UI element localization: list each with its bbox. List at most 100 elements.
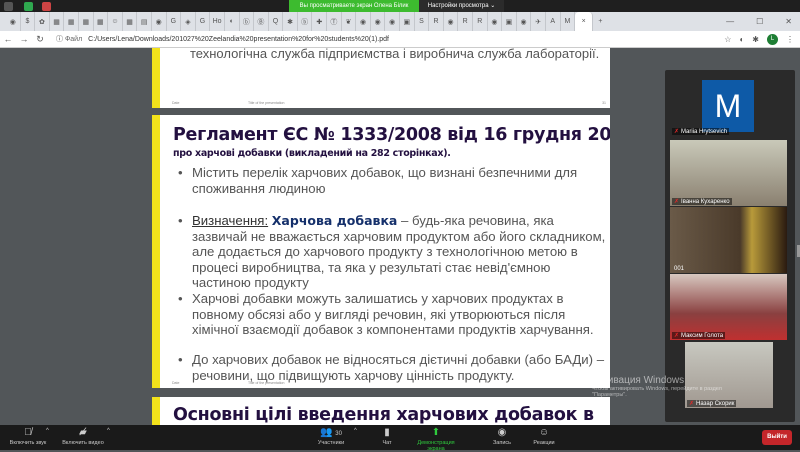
browser-tab[interactable]: ◉ xyxy=(152,12,167,31)
share-screen-button[interactable]: ⬆ Демонстрация экрана xyxy=(408,427,464,452)
browser-tab[interactable]: ◐ xyxy=(225,12,240,31)
video-tile[interactable]: 001 xyxy=(670,207,787,273)
slide-body-text: технологічна служба підприємства і вироб… xyxy=(190,48,600,61)
browser-tab[interactable]: $ xyxy=(21,12,36,31)
browser-tab[interactable]: G xyxy=(167,12,182,31)
browser-tab[interactable]: ◉ xyxy=(517,12,532,31)
slide-previous: технологічна служба підприємства і вироб… xyxy=(152,48,610,108)
browser-tab[interactable]: ◉ xyxy=(371,12,386,31)
browser-tab[interactable]: Ⓑ xyxy=(254,12,269,31)
forward-icon[interactable]: → xyxy=(16,34,32,44)
participant-name: Іванна Кухаренко xyxy=(681,199,730,205)
browser-tab[interactable]: A xyxy=(546,12,561,31)
browser-tab[interactable]: ✈ xyxy=(531,12,546,31)
browser-tab[interactable]: R xyxy=(429,12,444,31)
video-tile[interactable]: ✗ Іванна Кухаренко xyxy=(670,140,787,206)
minimize-icon[interactable]: — xyxy=(726,12,734,31)
browser-tab[interactable]: ✱ xyxy=(283,12,298,31)
page-number: 31 xyxy=(602,101,606,105)
muted-mic-icon: ✗ xyxy=(689,401,695,407)
puzzle-icon[interactable]: ✱ xyxy=(752,35,759,44)
browser-tab[interactable]: ▤ xyxy=(137,12,152,31)
share-screen-label: Демонстрация экрана xyxy=(417,440,455,452)
participant-name: Максим Голота xyxy=(681,333,724,339)
participants-button[interactable]: 👥 30 Участники xyxy=(306,427,356,446)
profile-avatar[interactable]: L xyxy=(767,34,778,45)
new-tab-button[interactable]: + xyxy=(593,12,608,31)
zoom-top-bar: Вы просматриваете экран Олена Білик Наст… xyxy=(0,0,800,13)
video-off-icon: ▰̸ xyxy=(79,427,87,438)
browser-tab[interactable]: ◉ xyxy=(488,12,503,31)
browser-tab[interactable]: ✚ xyxy=(312,12,328,31)
participant-name: Mariia Hrytsevich xyxy=(681,129,728,135)
browser-tab[interactable]: ▦ xyxy=(94,12,109,31)
start-video-button[interactable]: ▰̸ Включить видео xyxy=(58,427,108,446)
menu-icon[interactable]: ⋮ xyxy=(786,35,794,44)
audio-options-caret[interactable]: ^ xyxy=(46,428,49,434)
muted-mic-icon: ✗ xyxy=(674,333,680,339)
browser-tab[interactable]: ◉ xyxy=(444,12,459,31)
browser-tab[interactable]: ▦ xyxy=(50,12,65,31)
watermark-line2: "Параметры". xyxy=(592,392,627,398)
browser-tab[interactable]: R xyxy=(473,12,488,31)
browser-tab[interactable]: G xyxy=(196,12,211,31)
browser-tab[interactable]: ◉ xyxy=(385,12,401,31)
leave-button[interactable]: Выйти xyxy=(762,430,792,445)
info-icon[interactable] xyxy=(4,2,13,11)
definition-label: Визначення: xyxy=(192,213,269,228)
back-icon[interactable]: ← xyxy=(0,34,16,44)
active-tab-close-icon[interactable]: × xyxy=(575,12,594,31)
reactions-button[interactable]: ☺ Реакции xyxy=(519,427,569,446)
footer-date: Date xyxy=(172,101,180,105)
close-icon[interactable]: ✕ xyxy=(785,12,792,31)
zoom-meeting-toolbar: 🎙̸ Включить звук ^ ▰̸ Включить видео ^ 👥 3… xyxy=(0,425,800,452)
video-tile[interactable]: ✗ Максим Голота xyxy=(670,274,787,340)
browser-tab[interactable]: ◉ xyxy=(356,12,371,31)
browser-tab[interactable]: M xyxy=(561,12,576,31)
url-field[interactable]: ⓘ Файл C:/Users/Lena/Downloads/201027%20Z… xyxy=(56,34,389,44)
slide-title: Регламент ЄС № 1333/2008 від 16 грудня 2… xyxy=(173,125,610,145)
browser-tab[interactable]: ⓑ xyxy=(240,12,255,31)
video-tile[interactable]: M ✗ Mariia Hrytsevich xyxy=(670,72,787,136)
bullet-3: Харчові добавки можуть залишатись у харч… xyxy=(178,291,608,338)
browser-tab[interactable]: ◉ xyxy=(6,12,21,31)
bullet-1: Містить перелік харчових добавок, що виз… xyxy=(178,165,608,196)
browser-tab[interactable]: S xyxy=(415,12,430,31)
browser-tab[interactable]: ⓑ xyxy=(298,12,313,31)
browser-tab[interactable]: ▣ xyxy=(400,12,415,31)
browser-tab[interactable]: Ⓣ xyxy=(327,12,342,31)
video-options-caret[interactable]: ^ xyxy=(107,428,110,434)
bookmark-star-icon[interactable]: ☆ xyxy=(724,35,731,44)
browser-tab[interactable]: ☺ xyxy=(108,12,123,31)
address-bar: ← → ↻ ⓘ Файл C:/Users/Lena/Downloads/2010… xyxy=(0,31,800,48)
info-icon: ⓘ xyxy=(56,36,65,43)
footer-title: Title of the presentation xyxy=(248,101,285,105)
browser-tab[interactable]: ◈ xyxy=(181,12,196,31)
browser-tab[interactable]: ▦ xyxy=(123,12,138,31)
browser-tab[interactable]: Q xyxy=(269,12,284,31)
participants-label: Участники xyxy=(317,440,345,446)
shield-icon[interactable] xyxy=(24,2,33,11)
reactions-icon: ☺ xyxy=(538,427,550,438)
participant-name: 001 xyxy=(674,266,685,272)
browser-tab-strip: ◉ $ ✿ ▦ ▦ ▦ ▦ ☺ ▦ ▤ ◉ G ◈ G Ho ◐ ⓑ Ⓑ Q ✱ ⓑ ✚ Ⓣ ❦ ◉ ◉ ◉ ▣ S R ◉ R R ◉ ▣ ◉ ✈ A M… xyxy=(0,12,800,31)
share-screen-icon: ⬆ xyxy=(431,427,441,438)
browser-tab[interactable]: ✿ xyxy=(35,12,50,31)
unmute-label: Включить звук xyxy=(9,440,47,446)
maximize-icon[interactable]: ☐ xyxy=(756,12,763,31)
extension-icon[interactable]: ◐ xyxy=(739,35,744,44)
url-text: C:/Users/Lena/Downloads/201027%20Zeeland… xyxy=(88,36,389,43)
browser-tab[interactable]: ▦ xyxy=(79,12,94,31)
participants-count: 30 xyxy=(335,431,342,437)
browser-tab[interactable]: Ho xyxy=(210,12,225,31)
reload-icon[interactable]: ↻ xyxy=(32,34,48,45)
browser-tab[interactable]: ▦ xyxy=(64,12,79,31)
watermark-title: Активация Windows xyxy=(592,375,685,386)
browser-tab[interactable]: R xyxy=(458,12,473,31)
browser-tab[interactable]: ▣ xyxy=(502,12,517,31)
browser-tab[interactable]: ❦ xyxy=(342,12,357,31)
participant-name: Назар Скорик xyxy=(696,401,735,407)
definition-term: Харчова добавка xyxy=(271,213,398,228)
participants-caret[interactable]: ^ xyxy=(354,428,357,434)
chat-button[interactable]: ▮ Чат xyxy=(362,427,412,446)
